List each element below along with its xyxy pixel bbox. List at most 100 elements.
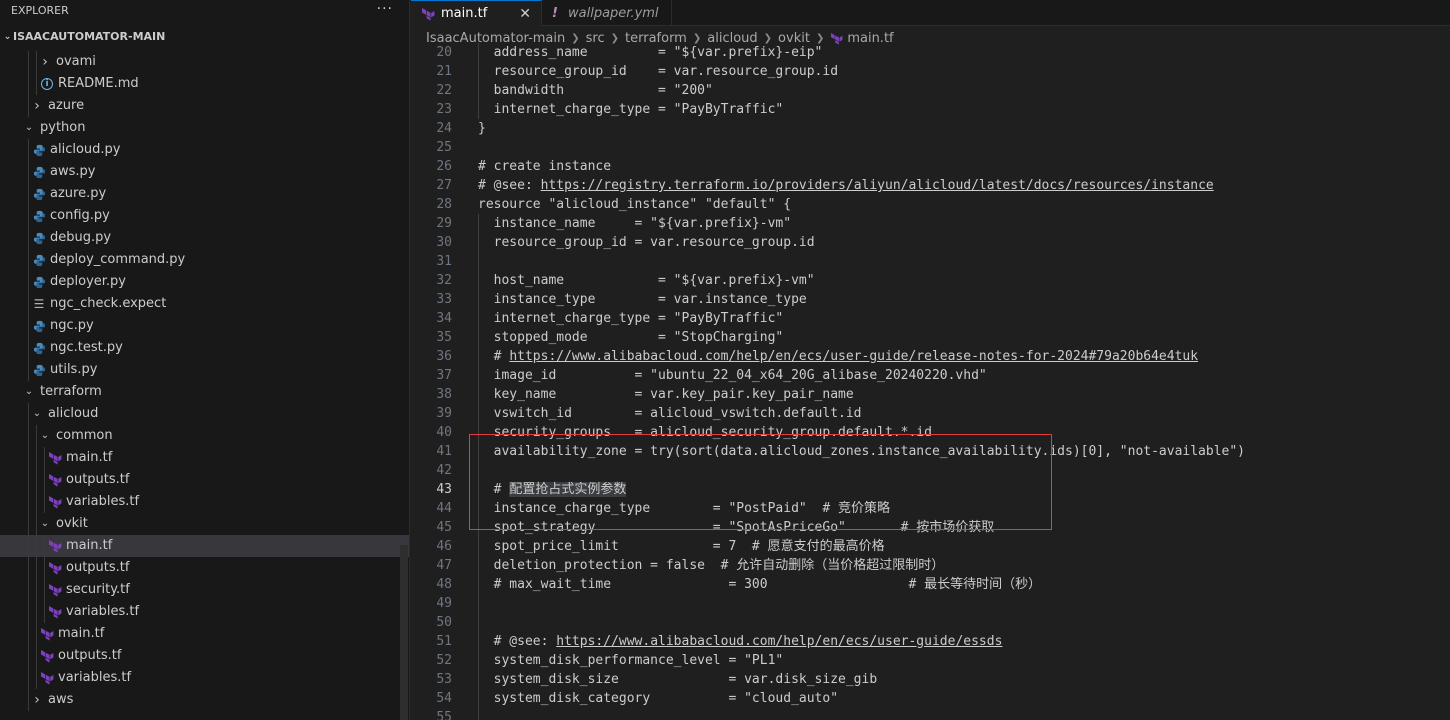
code-line[interactable]: 50 bbox=[411, 613, 1450, 632]
code-link[interactable]: https://registry.terraform.io/providers/… bbox=[541, 178, 1214, 193]
code-line[interactable]: 53 system_disk_size = var.disk_size_gib bbox=[411, 670, 1450, 689]
code-link[interactable]: https://www.alibabacloud.com/help/en/ecs… bbox=[509, 349, 1198, 364]
tree-file[interactable]: utils.py bbox=[0, 359, 409, 381]
code-line[interactable]: 30 resource_group_id = var.resource_grou… bbox=[411, 233, 1450, 252]
tree-file[interactable]: variables.tf bbox=[0, 667, 409, 689]
tree-folder[interactable]: › ovami bbox=[0, 51, 409, 73]
code-line[interactable]: 44 instance_charge_type = "PostPaid" # 竞… bbox=[411, 499, 1450, 518]
tree-item-label: alicloud bbox=[48, 406, 99, 421]
indent-guide bbox=[28, 315, 29, 337]
code-line[interactable]: 29 instance_name = "${var.prefix}-vm" bbox=[411, 214, 1450, 233]
chevron-down-icon: ⌄ bbox=[40, 518, 50, 529]
code-line[interactable]: 34 internet_charge_type = "PayByTraffic" bbox=[411, 309, 1450, 328]
editor-area: main.tf ✕ ! wallpaper.yml IsaacAutomator… bbox=[411, 0, 1450, 720]
code-line[interactable]: 49 bbox=[411, 594, 1450, 613]
code-line[interactable]: 54 system_disk_category = "cloud_auto" bbox=[411, 689, 1450, 708]
tree-folder[interactable]: ⌄ python bbox=[0, 117, 409, 139]
explorer-title: EXPLORER bbox=[11, 4, 69, 17]
tree-file[interactable]: deployer.py bbox=[0, 271, 409, 293]
code-line[interactable]: 24} bbox=[411, 119, 1450, 138]
code-line[interactable]: 25 bbox=[411, 138, 1450, 157]
code-line[interactable]: 48 # max_wait_time = 300 # 最长等待时间（秒） bbox=[411, 575, 1450, 594]
tree-file[interactable]: outputs.tf bbox=[0, 645, 409, 667]
code-line[interactable]: 23 internet_charge_type = "PayByTraffic" bbox=[411, 100, 1450, 119]
code-line[interactable]: 45 spot_strategy = "SpotAsPriceGo" # 按市场… bbox=[411, 518, 1450, 537]
code-line[interactable]: 52 system_disk_performance_level = "PL1" bbox=[411, 651, 1450, 670]
code-segment: resource_group_id = var.resource_group.i… bbox=[478, 235, 815, 250]
code-line[interactable]: 27 # @see: https://registry.terraform.io/… bbox=[411, 176, 1450, 195]
tree-file[interactable]: debug.py bbox=[0, 227, 409, 249]
tree-file[interactable]: i README.md bbox=[0, 73, 409, 95]
terraform-icon bbox=[421, 7, 435, 21]
code-line[interactable]: 33 instance_type = var.instance_type bbox=[411, 290, 1450, 309]
tree-item-label: azure.py bbox=[50, 186, 107, 201]
indent-guide bbox=[28, 293, 29, 315]
tree-file[interactable]: main.tf bbox=[0, 535, 409, 557]
tree-folder[interactable]: ⌄ common bbox=[0, 425, 409, 447]
line-number: 49 bbox=[436, 596, 452, 611]
line-number: 47 bbox=[436, 558, 452, 573]
indent-guide bbox=[44, 557, 45, 579]
tab-wallpaper-yml[interactable]: ! wallpaper.yml bbox=[542, 0, 672, 26]
tree-file[interactable]: main.tf bbox=[0, 623, 409, 645]
tree-folder[interactable]: ⌄ terraform bbox=[0, 381, 409, 403]
code-line[interactable]: 35 stopped_mode = "StopCharging" bbox=[411, 328, 1450, 347]
code-line[interactable]: 22 bandwidth = "200" bbox=[411, 81, 1450, 100]
tree-file[interactable]: security.tf bbox=[0, 579, 409, 601]
tree-file[interactable]: variables.tf bbox=[0, 601, 409, 623]
tree-file[interactable]: config.py bbox=[0, 205, 409, 227]
indent-guide bbox=[36, 535, 37, 557]
tree-folder[interactable]: ⌄ ovkit bbox=[0, 513, 409, 535]
indent-guide bbox=[28, 95, 29, 117]
tree-file[interactable]: azure.py bbox=[0, 183, 409, 205]
code-line[interactable]: 26 # create instance bbox=[411, 157, 1450, 176]
code-line[interactable]: 43 # 配置抢占式实例参数 bbox=[411, 480, 1450, 499]
tree-file[interactable]: ngc.test.py bbox=[0, 337, 409, 359]
code-line[interactable]: 39 vswitch_id = alicloud_vswitch.default… bbox=[411, 404, 1450, 423]
code-line[interactable]: 47 deletion_protection = false # 允许自动删除（… bbox=[411, 556, 1450, 575]
tree-file[interactable]: outputs.tf bbox=[0, 557, 409, 579]
tree-file[interactable]: variables.tf bbox=[0, 491, 409, 513]
tree-item-label: outputs.tf bbox=[66, 472, 130, 487]
code-line[interactable]: 55 bbox=[411, 708, 1450, 720]
code-line[interactable]: 21 resource_group_id = var.resource_grou… bbox=[411, 62, 1450, 81]
code-line[interactable]: 46 spot_price_limit = 7 # 愿意支付的最高价格 bbox=[411, 537, 1450, 556]
terraform-icon bbox=[48, 605, 62, 619]
code-text: system_disk_size = var.disk_size_gib bbox=[478, 670, 878, 689]
close-icon[interactable]: ✕ bbox=[519, 6, 531, 22]
tree-file[interactable]: main.tf bbox=[0, 447, 409, 469]
more-actions-icon[interactable]: ··· bbox=[377, 0, 393, 18]
tree-file[interactable]: deploy_command.py bbox=[0, 249, 409, 271]
code-line[interactable]: 40 security_groups = alicloud_security_g… bbox=[411, 423, 1450, 442]
tree-file[interactable]: alicloud.py bbox=[0, 139, 409, 161]
code-editor[interactable]: 20 address_name = "${var.prefix}-eip" 21 … bbox=[411, 43, 1450, 720]
code-link[interactable]: https://www.alibabacloud.com/help/en/ecs… bbox=[556, 634, 1002, 649]
indent-guide bbox=[478, 594, 479, 613]
code-line[interactable]: 31 bbox=[411, 252, 1450, 271]
code-line[interactable]: 28 resource "alicloud_instance" "default"… bbox=[411, 195, 1450, 214]
sidebar-scrollbar[interactable] bbox=[400, 545, 408, 720]
code-line[interactable]: 51 # @see: https://www.alibabacloud.com/… bbox=[411, 632, 1450, 651]
tree-folder[interactable]: ⌄ alicloud bbox=[0, 403, 409, 425]
code-text: availability_zone = try(sort(data.aliclo… bbox=[478, 442, 1245, 461]
indent-guide bbox=[44, 579, 45, 601]
tree-file[interactable]: aws.py bbox=[0, 161, 409, 183]
code-line[interactable]: 38 key_name = var.key_pair.key_pair_name bbox=[411, 385, 1450, 404]
code-line[interactable]: 42 bbox=[411, 461, 1450, 480]
code-line[interactable]: 32 host_name = "${var.prefix}-vm" bbox=[411, 271, 1450, 290]
indent-guide bbox=[36, 601, 37, 623]
code-line[interactable]: 37 image_id = "ubuntu_22_04_x64_20G_alib… bbox=[411, 366, 1450, 385]
chevron-down-icon: ⌄ bbox=[24, 122, 34, 133]
tree-folder[interactable]: › aws bbox=[0, 689, 409, 711]
tab-main-tf[interactable]: main.tf ✕ bbox=[411, 0, 542, 26]
tree-file[interactable]: ngc.py bbox=[0, 315, 409, 337]
code-segment: bandwidth = "200" bbox=[478, 83, 713, 98]
tree-file[interactable]: outputs.tf bbox=[0, 469, 409, 491]
code-line[interactable]: 41 availability_zone = try(sort(data.ali… bbox=[411, 442, 1450, 461]
workspace-root-folder[interactable]: ⌄ ISAACAUTOMATOR-MAIN bbox=[0, 26, 409, 48]
tree-file[interactable]: ☰ ngc_check.expect bbox=[0, 293, 409, 315]
python-icon bbox=[32, 231, 46, 245]
tree-folder[interactable]: › azure bbox=[0, 95, 409, 117]
code-line[interactable]: 20 address_name = "${var.prefix}-eip" bbox=[411, 43, 1450, 62]
code-line[interactable]: 36 # https://www.alibabacloud.com/help/e… bbox=[411, 347, 1450, 366]
